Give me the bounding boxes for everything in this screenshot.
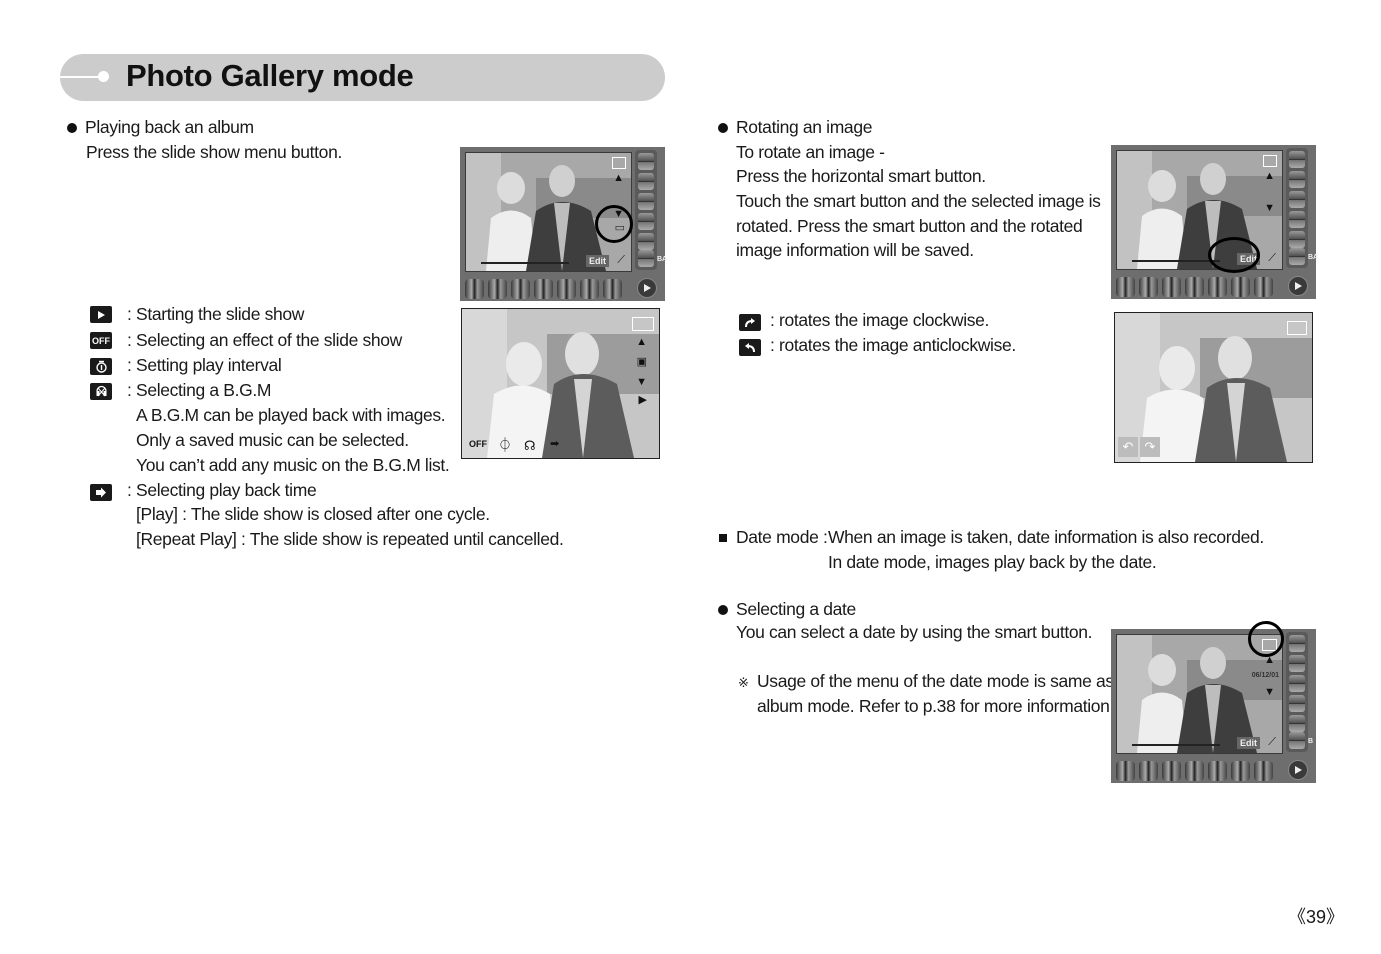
edit-label: Edit <box>586 255 609 267</box>
note-line: Usage of the menu of the date mode is sa… <box>757 671 1114 691</box>
rotate-clockwise-icon <box>739 314 761 331</box>
header-dot-decoration <box>98 71 109 82</box>
wrench-icon: ⟋ <box>1268 736 1276 748</box>
play-button <box>1288 276 1308 296</box>
off-label: OFF <box>469 439 487 449</box>
side-label: B <box>1308 738 1314 745</box>
bottom-buttons <box>1116 761 1281 781</box>
progress-bar <box>1132 744 1220 746</box>
progress-bar <box>1132 260 1220 262</box>
bullet-icon <box>67 123 77 133</box>
album-intro: Press the slide show menu button. <box>86 142 342 162</box>
side-buttons <box>1286 148 1308 268</box>
progress-bar <box>481 262 569 264</box>
highlight-circle <box>1208 237 1260 273</box>
wrench-icon: ⟋ <box>1268 252 1276 264</box>
date-mode-line1: When an image is taken, date information… <box>828 527 1264 547</box>
wrench-icon: ⟋ <box>617 254 625 266</box>
album-icon: ▣ <box>636 356 647 368</box>
bottom-buttons <box>1116 277 1281 297</box>
legend-playback-time: : Selecting play back time <box>127 480 317 500</box>
camera-screen-rotate-view: ↶ ↷ <box>1114 312 1313 463</box>
bgm-icon <box>90 383 112 400</box>
playback-note: [Repeat Play] : The slide show is repeat… <box>136 529 564 549</box>
arrow-down-icon: ▼ <box>1264 202 1275 214</box>
arrow-right-icon <box>90 484 112 501</box>
camera-screen-date-mode: ▲ 06/12/01 ▼ Edit ⟋ B <box>1111 621 1316 783</box>
select-date-line: You can select a date by using the smart… <box>736 622 1093 642</box>
bgm-note: A B.G.M can be played back with images. <box>136 405 446 425</box>
date-readout: 06/12/01 <box>1251 672 1279 679</box>
wedding-photo <box>462 309 659 458</box>
rotate-line: image information will be saved. <box>736 240 974 260</box>
arrow-up-icon: ▲ <box>1264 170 1275 182</box>
timer-icon: ⏀ <box>498 437 512 453</box>
legend-rotate-anticlockwise: : rotates the image anticlockwise. <box>770 335 1016 355</box>
side-buttons <box>1286 632 1308 752</box>
highlight-circle <box>1248 621 1284 657</box>
side-label: BA <box>657 256 668 263</box>
rotate-line: rotated. Press the smart button and the … <box>736 216 1083 236</box>
page-number: 《39》 <box>1288 907 1345 927</box>
camera-screen-slideshow-menu: ▲ ▣ ▼ ▶ OFF ⏀ ☊ ➡ <box>461 308 660 459</box>
legend-bgm: : Selecting a B.G.M <box>127 380 272 400</box>
bullet-icon <box>718 605 728 615</box>
play-icon <box>90 306 112 323</box>
album-icon <box>612 157 626 169</box>
page-title: Photo Gallery mode <box>126 58 414 93</box>
legend-start-slideshow: : Starting the slide show <box>127 304 305 324</box>
section-title-rotate: Rotating an image <box>736 117 873 137</box>
bottom-buttons <box>465 279 630 299</box>
camera-screen-album-menu: ▲ ▼ ▭ Edit ⟋ BA <box>460 147 668 301</box>
rotate-anticlockwise-icon <box>739 339 761 356</box>
bgm-note: Only a saved music can be selected. <box>136 430 409 450</box>
note-mark-icon: ※ <box>738 675 749 690</box>
rotate-line: To rotate an image - <box>736 142 885 162</box>
side-buttons <box>635 150 657 270</box>
highlight-circle <box>595 205 633 243</box>
rotate-anticlockwise-button: ↶ <box>1118 437 1138 457</box>
rotate-clockwise-button: ↷ <box>1140 437 1160 457</box>
arrow-right-icon: ➡ <box>550 438 560 450</box>
side-label: BA <box>1308 254 1319 261</box>
bgm-note: You can’t add any music on the B.G.M lis… <box>136 455 450 475</box>
section-title-select-date: Selecting a date <box>736 599 856 619</box>
square-bullet-icon <box>719 534 727 542</box>
section-title-album: Playing back an album <box>85 117 254 137</box>
rotate-line: Press the horizontal smart button. <box>736 166 986 186</box>
arrow-down-icon: ▼ <box>1264 686 1275 698</box>
album-icon <box>1287 321 1307 335</box>
arrow-down-icon: ▼ <box>636 376 647 388</box>
header-line-decoration <box>60 76 102 78</box>
date-mode-line2: In date mode, images play back by the da… <box>828 552 1157 572</box>
timer-icon <box>90 358 112 375</box>
playback-note: [Play] : The slide show is closed after … <box>136 504 490 524</box>
play-icon: ▶ <box>638 394 647 406</box>
legend-rotate-clockwise: : rotates the image clockwise. <box>770 310 990 330</box>
legend-interval: : Setting play interval <box>127 355 282 375</box>
rotate-line: Touch the smart button and the selected … <box>736 191 1101 211</box>
off-icon: OFF <box>90 332 112 349</box>
arrow-up-icon: ▲ <box>613 172 624 184</box>
album-icon <box>1263 155 1277 167</box>
play-button <box>1288 760 1308 780</box>
bullet-icon <box>718 123 728 133</box>
bgm-icon: ☊ <box>524 438 536 453</box>
date-mode-label: Date mode : <box>736 527 828 547</box>
note-line: album mode. Refer to p.38 for more infor… <box>757 696 1115 716</box>
legend-effect: : Selecting an effect of the slide show <box>127 330 402 350</box>
slideshow-icon <box>632 317 654 331</box>
arrow-up-icon: ▲ <box>636 336 647 348</box>
edit-label: Edit <box>1237 737 1260 749</box>
play-button <box>637 278 657 298</box>
camera-screen-rotate-menu: ▲ ▼ Edit ⟋ BA <box>1111 145 1319 299</box>
